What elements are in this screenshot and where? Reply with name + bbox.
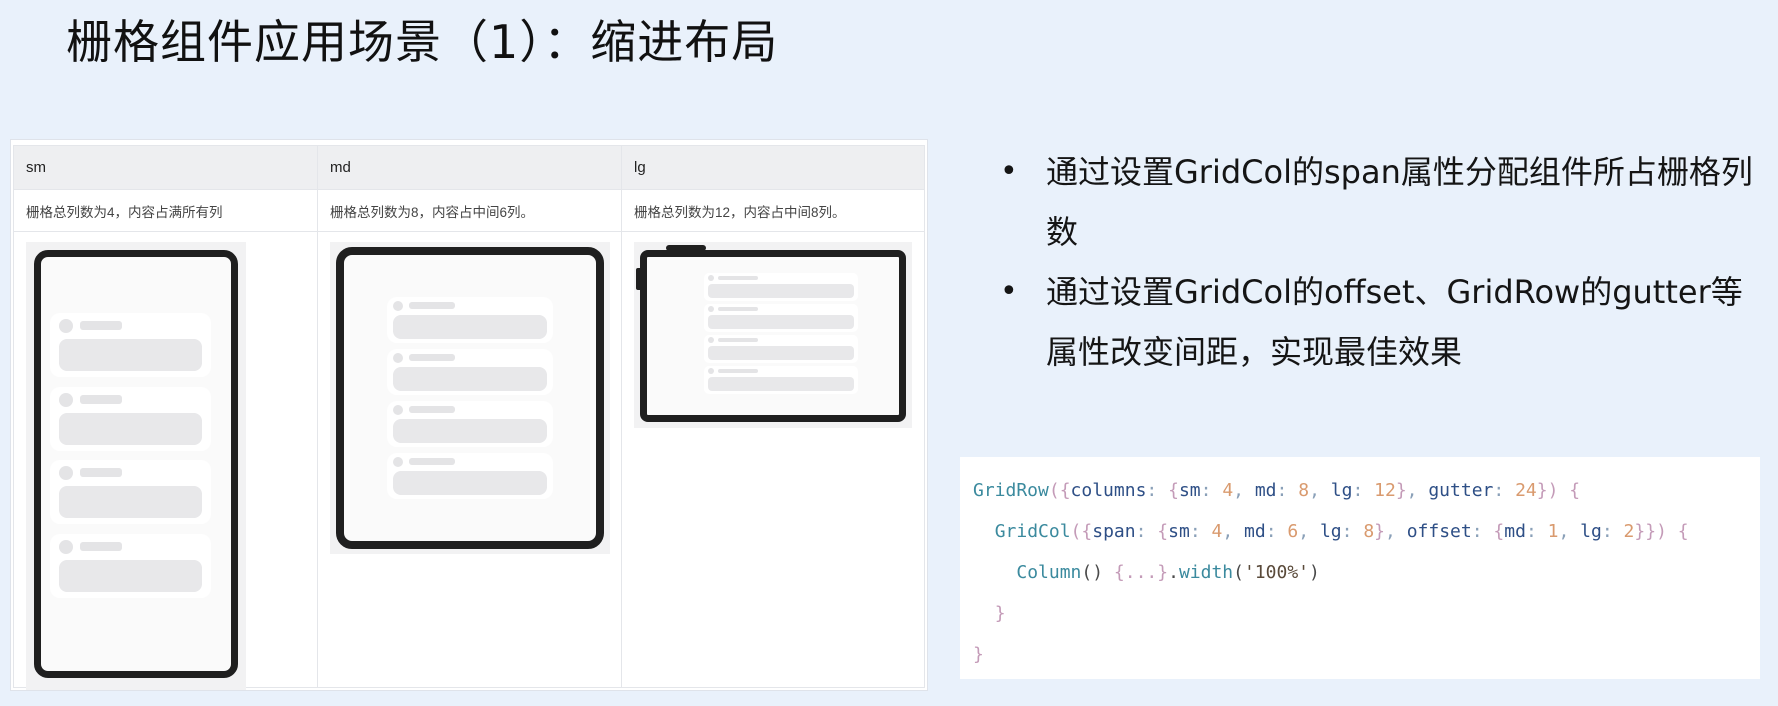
list-card <box>387 297 553 343</box>
header-md: md <box>318 146 622 190</box>
bullet-list: 通过设置GridCol的span属性分配组件所占栅格列数 通过设置GridCol… <box>1000 142 1760 382</box>
list-card <box>387 401 553 447</box>
breakpoint-grid: sm md lg 栅格总列数为4，内容占满所有列 栅格总列数为8，内容占中间6列… <box>13 145 925 690</box>
list-card <box>50 460 211 524</box>
header-lg: lg <box>622 146 925 190</box>
list-card <box>704 273 858 301</box>
desc-sm: 栅格总列数为4，内容占满所有列 <box>14 190 318 232</box>
list-card <box>704 335 858 363</box>
code-line-5: } <box>973 644 984 665</box>
tablet-frame <box>640 250 906 422</box>
list-card <box>387 349 553 395</box>
breakpoint-table: sm md lg 栅格总列数为4，内容占满所有列 栅格总列数为8，内容占中间6列… <box>10 139 928 691</box>
page-title: 栅格组件应用场景（1）：缩进布局 <box>66 15 779 69</box>
list-card <box>50 534 211 598</box>
list-card <box>704 304 858 332</box>
tablet-frame <box>336 247 604 549</box>
list-card <box>704 366 858 394</box>
desc-md: 栅格总列数为8，内容占中间6列。 <box>318 190 622 232</box>
code-line-3: Column() {...}.width('100%') <box>1016 562 1320 583</box>
preview-md <box>318 232 622 688</box>
tablet-landscape-illustration <box>634 242 912 428</box>
code-block: GridRow({columns: {sm: 4, md: 8, lg: 12}… <box>960 457 1760 679</box>
code-line-4: } <box>994 603 1006 624</box>
bullet-item: 通过设置GridCol的offset、GridRow的gutter等属性改变间距… <box>1000 262 1760 382</box>
preview-lg <box>622 232 925 688</box>
list-card <box>50 387 211 451</box>
bullet-item: 通过设置GridCol的span属性分配组件所占栅格列数 <box>1000 142 1760 262</box>
code-line-2: GridCol({span: {sm: 4, md: 6, lg: 8}, of… <box>994 521 1689 542</box>
header-sm: sm <box>14 146 318 190</box>
desc-lg: 栅格总列数为12，内容占中间8列。 <box>622 190 925 232</box>
phone-illustration <box>26 242 246 690</box>
tablet-portrait-illustration <box>330 242 610 554</box>
preview-sm <box>14 232 318 690</box>
list-card <box>50 313 211 377</box>
list-card <box>387 453 553 499</box>
code-line-1: GridRow({columns: {sm: 4, md: 8, lg: 12}… <box>973 480 1581 501</box>
phone-frame <box>34 250 238 678</box>
